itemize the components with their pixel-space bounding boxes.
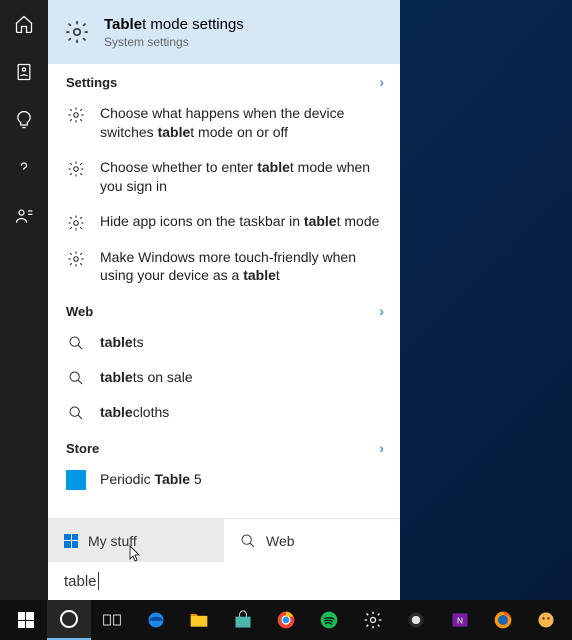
settings-icon[interactable] [351,600,394,640]
onenote-icon[interactable]: N [438,600,481,640]
lightbulb-icon[interactable] [14,110,34,130]
app-icon-2[interactable] [525,600,568,640]
search-query-text: table [64,573,97,590]
windows-logo-icon [64,534,78,548]
result-item[interactable]: Periodic Table 5 [48,462,400,498]
search-input[interactable]: table [48,562,400,600]
section-header-web[interactable]: Web › [48,293,400,325]
top-result-subtitle: System settings [104,35,244,49]
result-text: Periodic Table 5 [100,470,384,489]
help-icon[interactable] [14,158,34,178]
chevron-right-icon: › [379,303,384,319]
result-text: tablets [100,333,384,352]
file-explorer-icon[interactable] [178,600,221,640]
section-label: Settings [66,75,117,90]
gear-icon [66,104,86,124]
footer-tabs: My stuff Web [48,518,400,562]
cursor-icon [128,545,142,563]
gear-icon [66,158,86,178]
tab-my-stuff[interactable]: My stuff [48,519,224,562]
feedback-icon[interactable] [14,206,34,226]
cortana-sidebar [0,0,48,600]
result-text: Hide app icons on the taskbar in tablet … [100,212,384,231]
spotify-icon[interactable] [308,600,351,640]
top-result-title: Tablet mode settings [104,16,244,33]
start-button[interactable] [4,600,47,640]
edge-icon[interactable] [134,600,177,640]
text-cursor [98,572,99,590]
svg-text:N: N [457,615,463,625]
cortana-button[interactable] [47,600,90,640]
tab-web[interactable]: Web [224,519,400,562]
result-item[interactable]: tablecloths [48,395,400,430]
top-result[interactable]: Tablet mode settings System settings [48,0,400,64]
taskbar: N [0,600,572,640]
result-text: tablecloths [100,403,384,422]
store-icon[interactable] [221,600,264,640]
gear-icon [64,19,90,45]
result-text: Choose whether to enter tablet mode when… [100,158,384,196]
result-item[interactable]: tablets on sale [48,360,400,395]
section-label: Store [66,441,99,456]
result-item[interactable]: Choose whether to enter tablet mode when… [48,150,400,204]
section-header-store[interactable]: Store › [48,430,400,462]
cortana-search-panel: Tablet mode settings System settings Set… [48,0,400,600]
search-icon [66,368,86,386]
section-header-settings[interactable]: Settings › [48,64,400,96]
chevron-right-icon: › [379,440,384,456]
result-text: Choose what happens when the device swit… [100,104,384,142]
chevron-right-icon: › [379,74,384,90]
gear-icon [66,212,86,232]
search-icon [66,403,86,421]
notebook-icon[interactable] [14,62,34,82]
store-tile-icon [66,470,86,490]
search-icon [240,533,256,549]
gear-icon [66,248,86,268]
home-icon[interactable] [14,14,34,34]
chrome-icon[interactable] [264,600,307,640]
result-item[interactable]: tablets [48,325,400,360]
result-text: tablets on sale [100,368,384,387]
firefox-icon[interactable] [481,600,524,640]
tab-label: Web [266,533,295,549]
result-item[interactable]: Make Windows more touch-friendly when us… [48,240,400,294]
task-view-button[interactable] [91,600,134,640]
result-item[interactable]: Choose what happens when the device swit… [48,96,400,150]
result-text: Make Windows more touch-friendly when us… [100,248,384,286]
search-icon [66,333,86,351]
app-icon-1[interactable] [395,600,438,640]
result-item[interactable]: Hide app icons on the taskbar in tablet … [48,204,400,240]
section-label: Web [66,304,93,319]
